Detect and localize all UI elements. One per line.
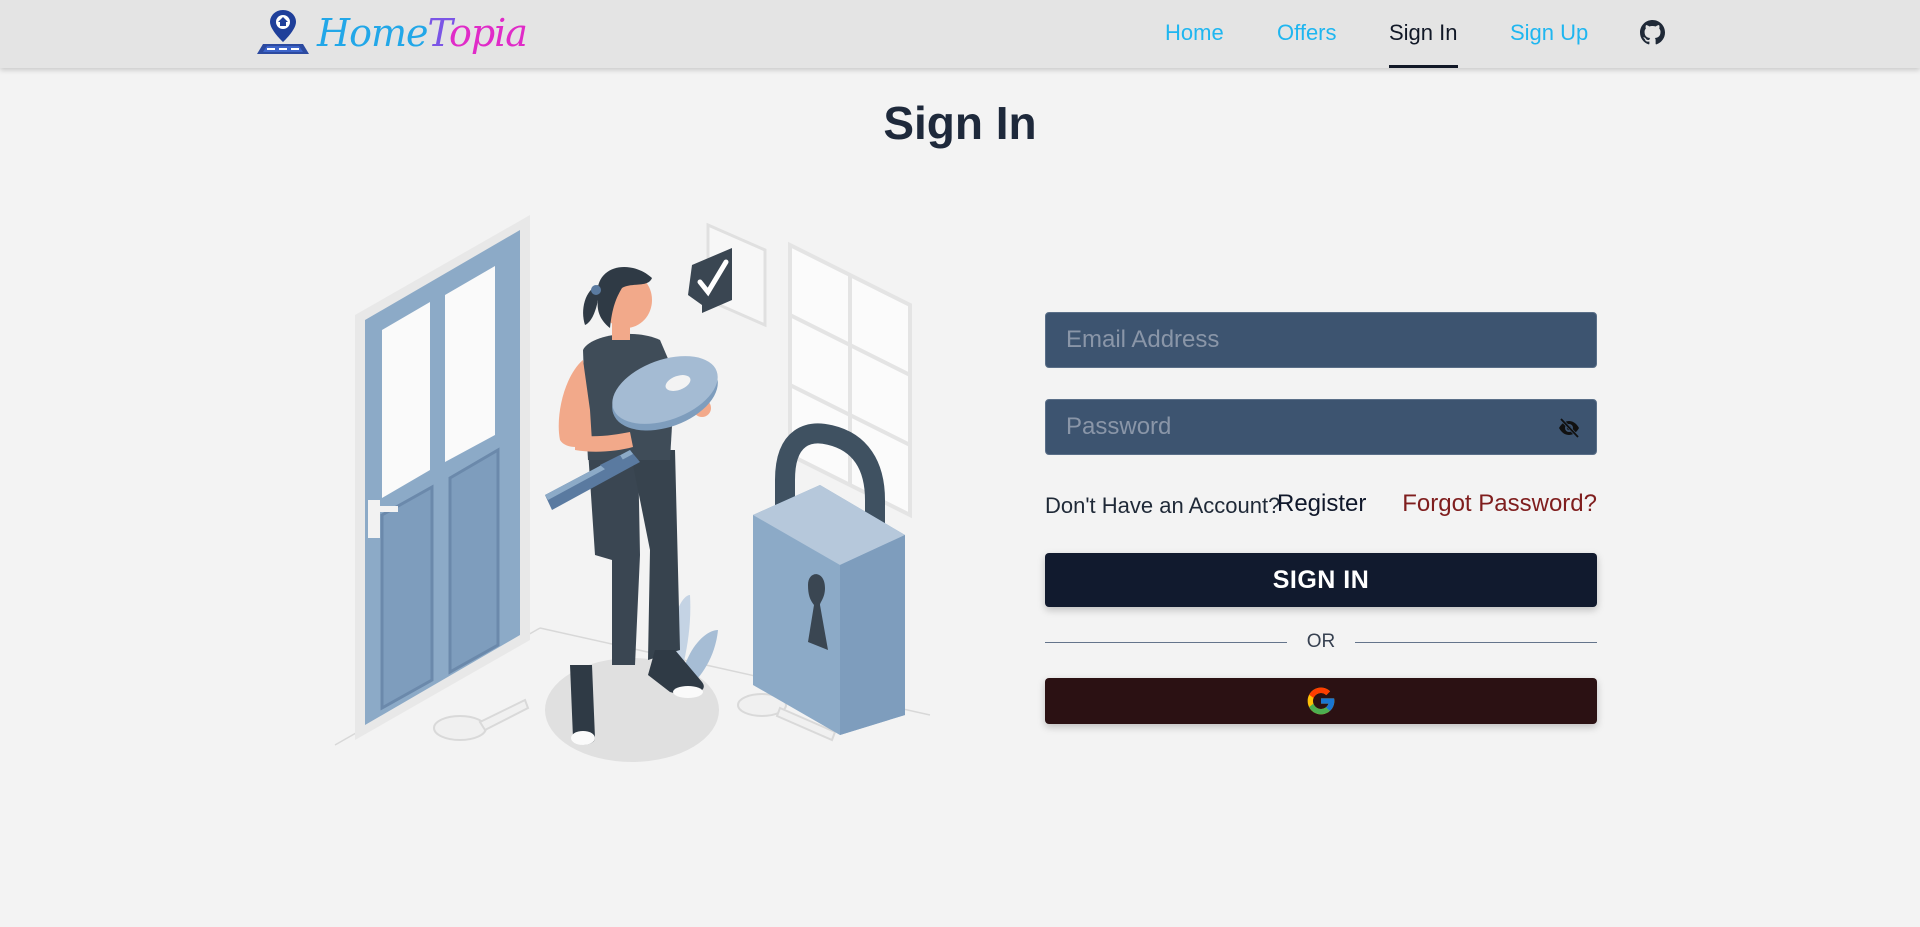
logo-wordmark: HomeTopia	[317, 11, 528, 55]
location-pin-logo-icon	[257, 10, 309, 54]
google-icon	[1307, 687, 1335, 715]
password-field-wrapper	[1045, 399, 1597, 455]
divider-line-right	[1355, 642, 1597, 643]
no-account-text: Don't Have an Account?	[1045, 493, 1281, 518]
forgot-password-link[interactable]: Forgot Password?	[1402, 490, 1597, 518]
account-links-row: Don't Have an Account? Register Forgot P…	[1045, 490, 1597, 520]
nav-sign-up[interactable]: Sign Up	[1510, 0, 1588, 68]
google-sign-in-button[interactable]	[1045, 678, 1597, 724]
email-field-wrapper	[1045, 312, 1597, 368]
or-divider: OR	[1045, 631, 1597, 655]
sign-in-illustration	[334, 215, 931, 762]
email-input[interactable]	[1046, 313, 1596, 367]
register-link[interactable]: Register	[1277, 490, 1366, 518]
eye-slash-icon[interactable]	[1556, 416, 1582, 440]
padlock-icon	[753, 423, 905, 735]
sign-in-button[interactable]: SIGN IN	[1045, 553, 1597, 607]
door-icon	[355, 215, 530, 740]
window-icon	[788, 241, 912, 519]
password-input[interactable]	[1046, 400, 1596, 454]
top-nav-bar: HomeTopia Home Offers Sign In Sign Up	[0, 0, 1920, 68]
nav-sign-in[interactable]: Sign In	[1389, 0, 1458, 68]
nav-home[interactable]: Home	[1165, 0, 1224, 68]
github-icon[interactable]	[1640, 20, 1665, 45]
hometopia-logo[interactable]: HomeTopia	[255, 8, 528, 58]
nav-offers[interactable]: Offers	[1277, 0, 1337, 68]
page-title: Sign In	[883, 97, 1037, 149]
